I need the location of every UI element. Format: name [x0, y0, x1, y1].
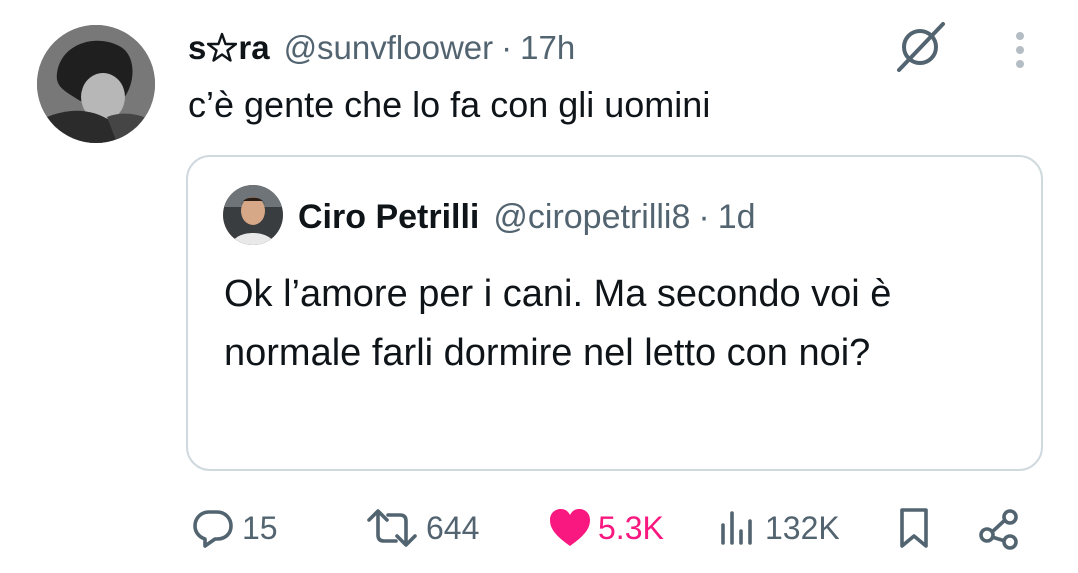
share-button[interactable]: [976, 500, 1024, 556]
header-separator: ·: [501, 29, 513, 66]
quoted-tweet[interactable]: Ciro Petrilli @ciropetrilli8 · 1d Ok l’a…: [186, 155, 1043, 471]
heart-filled-icon: [550, 509, 590, 546]
views-button[interactable]: 132K: [717, 500, 840, 556]
quoted-header-separator: ·: [698, 197, 710, 236]
reply-count: 15: [242, 509, 278, 546]
action-bar: 15 644 5.3K 132K: [0, 500, 1078, 556]
quoted-tweet-text: Ok l’amore per i cani. Ma secondo voi è …: [224, 273, 892, 374]
grok-icon[interactable]: [893, 18, 949, 74]
bookmark-icon: [900, 508, 928, 548]
bookmark-button[interactable]: [894, 500, 934, 556]
share-icon: [979, 509, 1018, 550]
author-handle[interactable]: @sunvfloower: [284, 29, 494, 67]
tweet-timestamp[interactable]: 17h: [520, 29, 575, 67]
quoted-author-avatar[interactable]: [223, 185, 283, 245]
pentagram-icon: [207, 32, 238, 62]
author-display-name[interactable]: s ra: [188, 29, 270, 67]
retweet-count: 644: [426, 509, 480, 546]
quoted-tweet-header: Ciro Petrilli @ciropetrilli8 · 1d: [298, 195, 756, 239]
views-icon: [721, 511, 752, 545]
tweet-header: s ra @sunvfloower · 17h: [188, 26, 575, 70]
like-count: 5.3K: [598, 509, 664, 546]
retweet-icon: [367, 509, 417, 547]
tweet-text: c’è gente che lo fa con gli uomini: [188, 84, 711, 125]
quoted-author-handle[interactable]: @ciropetrilli8: [493, 198, 690, 237]
author-avatar[interactable]: [37, 25, 155, 143]
quoted-avatar-photo: [223, 185, 283, 245]
retweet-button[interactable]: 644: [364, 500, 479, 556]
quoted-tweet-timestamp[interactable]: 1d: [718, 198, 756, 237]
more-icon[interactable]: [1004, 28, 1036, 72]
reply-button[interactable]: 15: [190, 500, 278, 556]
avatar-photo: [37, 25, 155, 143]
views-count: 132K: [765, 509, 840, 546]
quoted-author-display-name[interactable]: Ciro Petrilli: [298, 198, 479, 237]
like-button[interactable]: 5.3K: [548, 500, 664, 556]
reply-icon: [193, 510, 233, 548]
